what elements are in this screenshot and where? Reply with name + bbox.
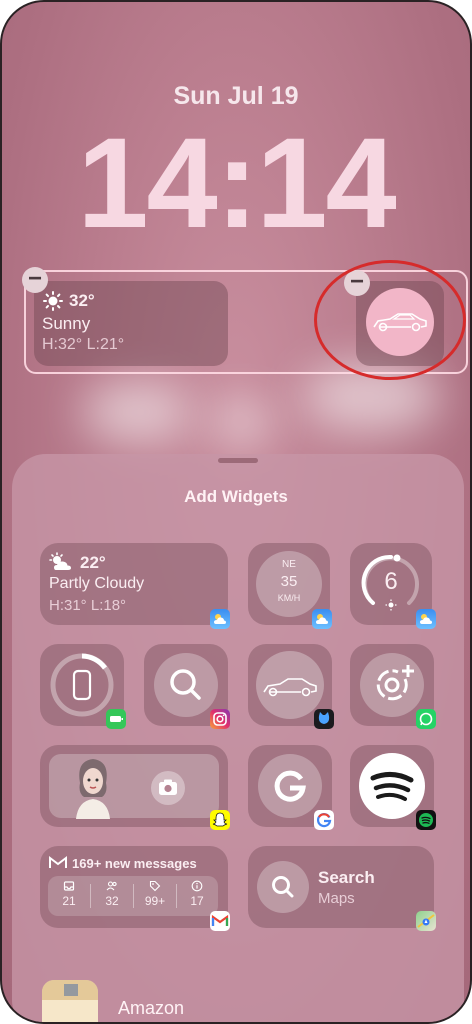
weather-condition: Partly Cloudy [49, 575, 145, 592]
people-icon [106, 881, 117, 891]
wind-speed: 35 [280, 573, 298, 590]
maps-app-icon [416, 911, 436, 931]
amazon-label: Amazon [118, 998, 185, 1018]
remove-weather-widget-button[interactable]: − [22, 267, 48, 293]
uv-value: 6 [384, 568, 398, 595]
snapchat-widget[interactable] [40, 745, 228, 827]
weather-range: H:31° L:18° [49, 597, 127, 614]
whatsapp-app-icon [416, 709, 436, 729]
camera-icon [151, 771, 185, 805]
sun-icon [43, 291, 63, 311]
spotify-app-icon [416, 810, 436, 830]
gmail-social-count[interactable]: 32 [91, 876, 133, 916]
info-icon [191, 880, 203, 892]
gmail-inbox-count[interactable]: 21 [48, 876, 90, 916]
weather-app-icon [210, 609, 230, 629]
instagram-app-icon [210, 709, 230, 729]
highlight-circle [314, 260, 466, 380]
gmail-icon [49, 856, 67, 868]
small-sun-icon [385, 599, 397, 611]
weather-widget[interactable]: 22° Partly Cloudy H:31° L:18° [40, 543, 228, 625]
lock-weather-range: H:32° L:21° [42, 336, 125, 353]
gmail-widget[interactable]: 169+ new messages 21 32 99+ 17 [40, 846, 228, 928]
add-widgets-sheet [12, 454, 464, 1022]
lock-weather-condition: Sunny [42, 314, 91, 333]
maps-title: Search [318, 868, 375, 887]
maps-search-widget[interactable]: Search Maps [248, 846, 434, 928]
snapchat-app-icon [210, 810, 230, 830]
wind-unit: KM/H [277, 593, 301, 603]
cat-app-icon [314, 709, 334, 729]
inbox-icon [63, 881, 75, 891]
maps-subtitle: Maps [318, 890, 355, 907]
batteries-app-icon [106, 709, 126, 729]
partly-cloudy-icon [49, 552, 71, 570]
status-add-icon [360, 653, 424, 717]
lock-screen: Sun Jul 19 14:14 32° Sunny H:32° L:21° −… [0, 0, 472, 1024]
sheet-grabber[interactable] [218, 458, 258, 463]
gmail-app-icon [210, 911, 230, 931]
car-icon [263, 678, 317, 697]
weather-app-icon [416, 609, 436, 629]
lock-date: Sun Jul 19 [173, 82, 299, 110]
search-icon [154, 653, 218, 717]
amazon-app-icon[interactable] [42, 980, 98, 1022]
bitmoji-avatar [76, 759, 110, 819]
search-icon [257, 861, 309, 913]
google-g-icon [258, 754, 322, 818]
wind-direction: NE [282, 559, 296, 570]
gmail-header: 169+ new messages [72, 856, 197, 871]
lock-time: 14:14 [77, 112, 396, 255]
lock-weather-temp: 32° [69, 291, 95, 310]
lock-weather-widget[interactable]: 32° Sunny H:32° L:21° [34, 281, 228, 366]
google-app-icon [314, 810, 334, 830]
gmail-counts: 21 32 99+ 17 [48, 876, 218, 916]
gmail-promotions-count[interactable]: 99+ [134, 876, 176, 916]
sheet-title: Add Widgets [184, 487, 288, 506]
gmail-updates-count[interactable]: 17 [176, 876, 218, 916]
spotify-icon [359, 753, 425, 819]
weather-temp: 22° [80, 553, 106, 572]
tag-icon [149, 880, 161, 892]
weather-app-icon [312, 609, 332, 629]
battery-ring-icon [50, 653, 114, 717]
